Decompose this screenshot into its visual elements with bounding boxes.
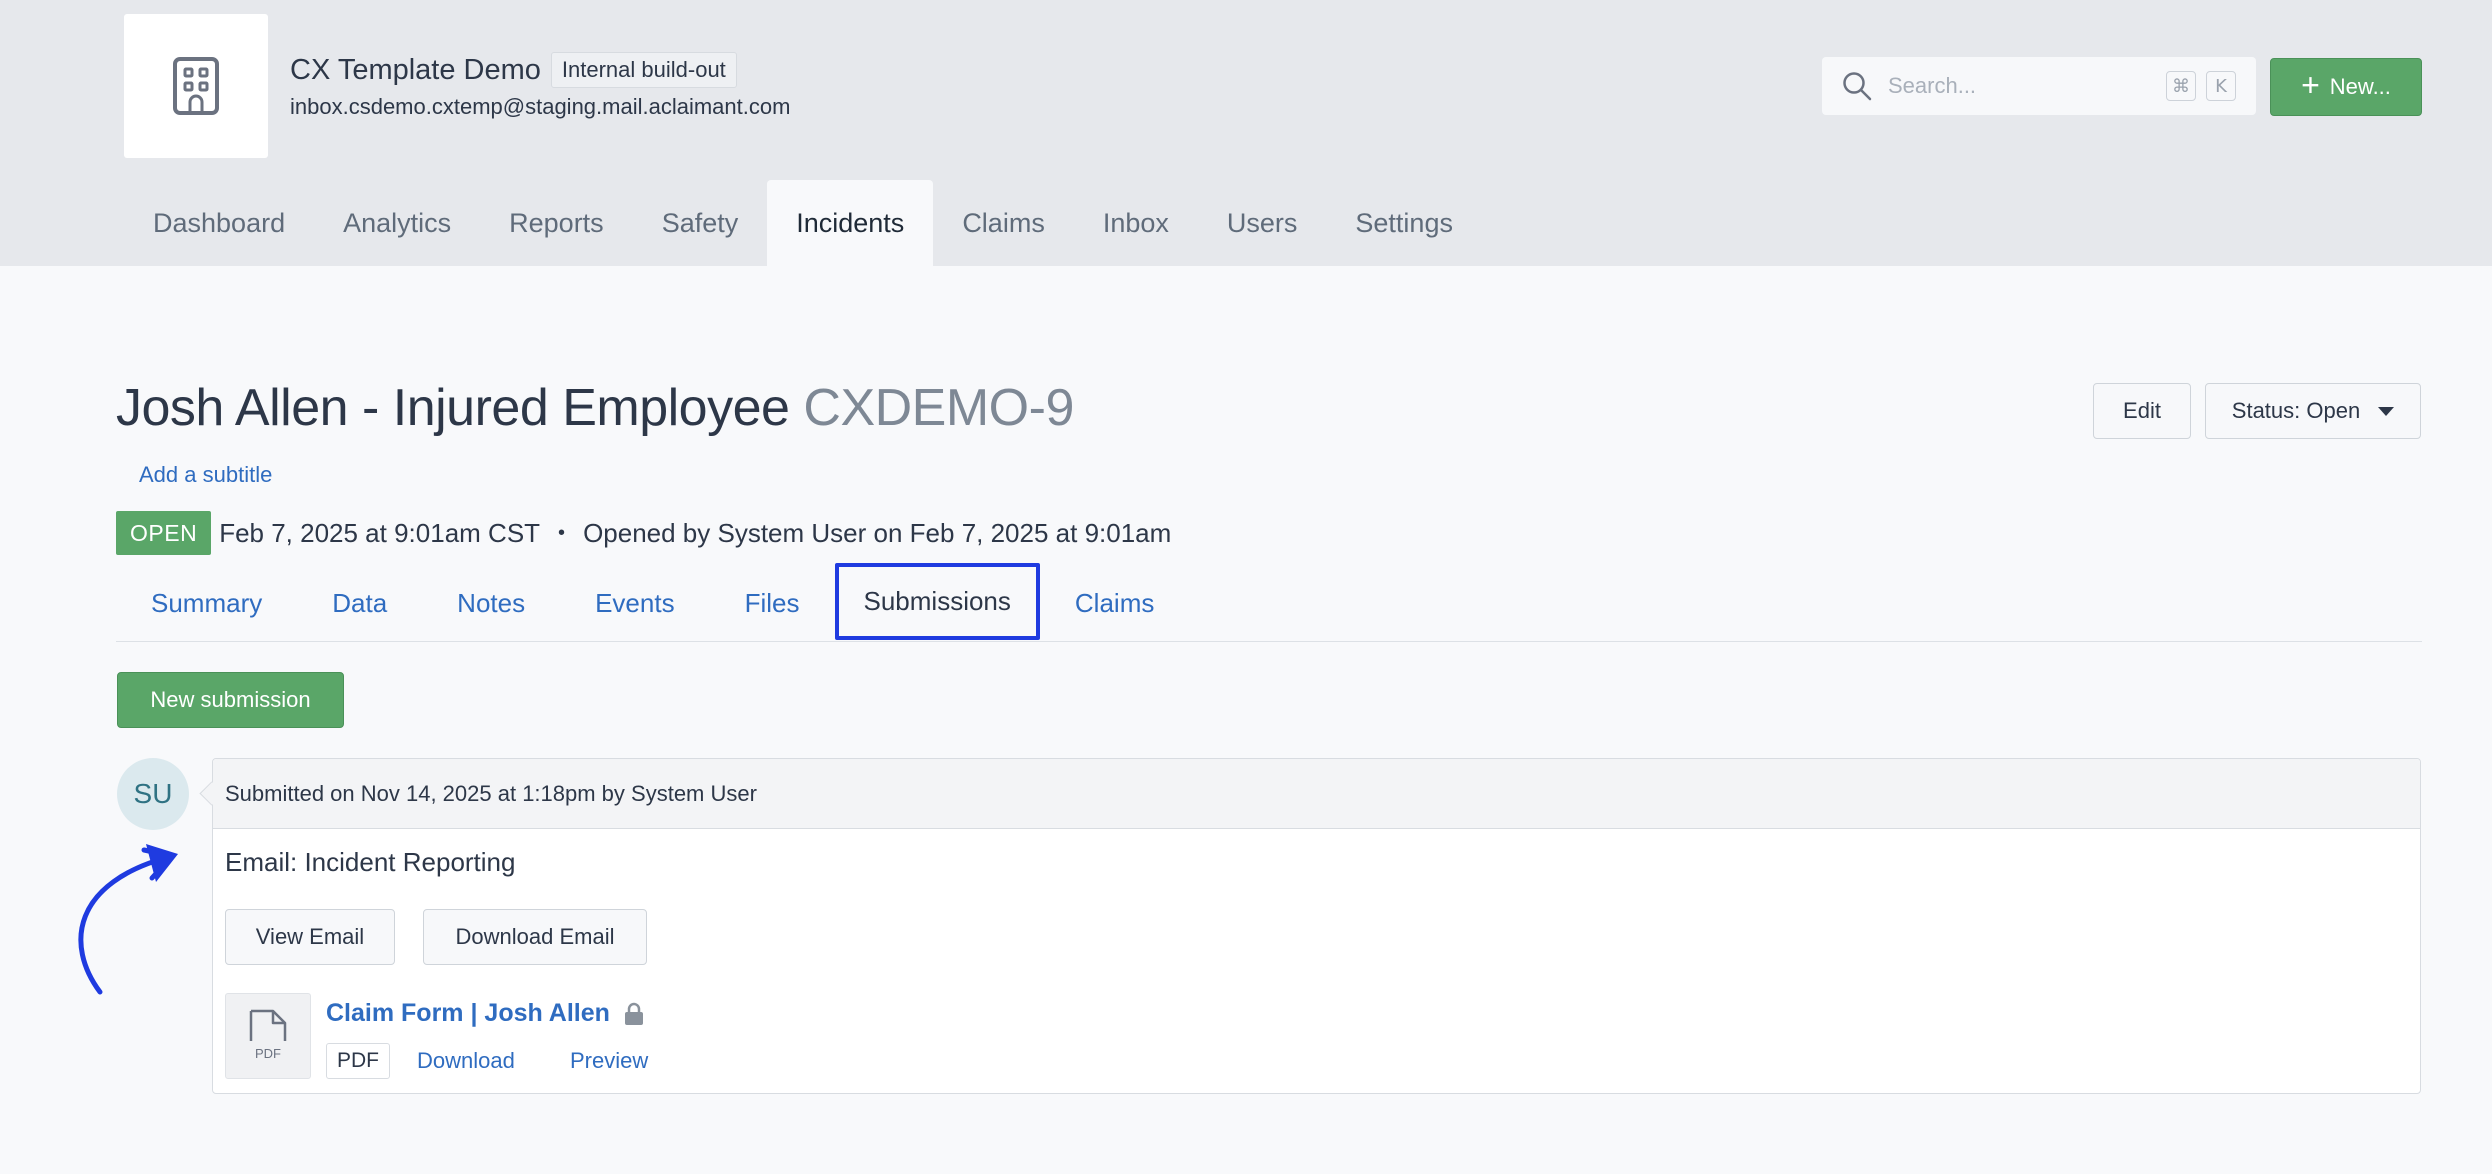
org-name: CX Template Demo bbox=[290, 53, 541, 86]
new-button-label: New... bbox=[2329, 74, 2391, 99]
status-dropdown-label: Status: Open bbox=[2231, 398, 2361, 423]
nav-item-safety[interactable]: Safety bbox=[633, 180, 768, 266]
view-email-button[interactable]: View Email bbox=[225, 909, 395, 965]
curved-arrow-icon bbox=[78, 844, 178, 995]
tab-submissions[interactable]: Submissions bbox=[834, 563, 1040, 640]
nav-item-claims[interactable]: Claims bbox=[933, 180, 1074, 266]
shortcut-key-k: K bbox=[2206, 71, 2236, 101]
download-email-button[interactable]: Download Email bbox=[423, 909, 647, 965]
search-icon bbox=[1843, 72, 1872, 101]
building-icon bbox=[173, 57, 219, 115]
tab-data[interactable]: Data bbox=[297, 566, 422, 641]
org-badge: Internal build-out bbox=[550, 52, 737, 88]
nav-item-incidents[interactable]: Incidents bbox=[767, 180, 934, 266]
opened-by-text: Opened by System User on Feb 7, 2025 at … bbox=[583, 517, 1172, 548]
plus-icon: + bbox=[2301, 67, 2320, 103]
nav-item-inbox[interactable]: Inbox bbox=[1074, 180, 1198, 266]
nav-item-settings[interactable]: Settings bbox=[1326, 180, 1482, 266]
add-subtitle-link[interactable]: Add a subtitle bbox=[139, 462, 272, 488]
file-preview-link[interactable]: Preview bbox=[570, 1048, 648, 1074]
page-title: Josh Allen - Injured Employee CXDEMO-9 bbox=[116, 378, 1074, 438]
search-placeholder: Search... bbox=[1888, 73, 1977, 98]
incident-tabs: Summary Data Notes Events Files Submissi… bbox=[116, 563, 2422, 642]
email-subject: Email: Incident Reporting bbox=[225, 847, 516, 877]
incident-meta: OPEN Feb 7, 2025 at 9:01am CST • Opened … bbox=[116, 511, 1171, 555]
status-dropdown[interactable]: Status: Open bbox=[2205, 383, 2421, 439]
file-name: Claim Form | Josh Allen bbox=[326, 999, 610, 1027]
incident-title: Josh Allen - Injured Employee bbox=[116, 379, 790, 437]
file-download-link[interactable]: Download bbox=[417, 1048, 515, 1074]
nav-item-reports[interactable]: Reports bbox=[480, 180, 633, 266]
tab-files[interactable]: Files bbox=[710, 566, 835, 641]
nav-item-users[interactable]: Users bbox=[1198, 180, 1327, 266]
main-nav: Dashboard Analytics Reports Safety Incid… bbox=[124, 180, 1482, 266]
org-title-row: CX Template Demo Internal build-out bbox=[290, 52, 737, 88]
tab-claims[interactable]: Claims bbox=[1040, 566, 1189, 641]
incident-date: Feb 7, 2025 at 9:01am CST bbox=[219, 517, 541, 548]
meta-separator: • bbox=[558, 521, 566, 544]
shortcut-key-cmd: ⌘ bbox=[2166, 71, 2196, 101]
app-header: CX Template Demo Internal build-out inbo… bbox=[0, 0, 2492, 266]
status-badge: OPEN bbox=[116, 511, 212, 555]
submission-header: Submitted on Nov 14, 2025 at 1:18pm by S… bbox=[213, 759, 2420, 829]
edit-button[interactable]: Edit bbox=[2093, 383, 2191, 439]
new-button[interactable]: + New... bbox=[2270, 58, 2422, 116]
file-type-badge: PDF bbox=[326, 1043, 390, 1079]
file-glyph: PDF bbox=[249, 1009, 287, 1061]
tab-events[interactable]: Events bbox=[560, 566, 710, 641]
file-name-link[interactable]: Claim Form | Josh Allen bbox=[326, 999, 644, 1028]
incident-code: CXDEMO-9 bbox=[803, 379, 1074, 437]
submission-card: Submitted on Nov 14, 2025 at 1:18pm by S… bbox=[212, 758, 2421, 1094]
tab-notes[interactable]: Notes bbox=[422, 566, 560, 641]
tab-summary[interactable]: Summary bbox=[116, 566, 297, 641]
caret-down-icon bbox=[2378, 406, 2395, 416]
nav-item-analytics[interactable]: Analytics bbox=[314, 180, 480, 266]
org-email: inbox.csdemo.cxtemp@staging.mail.aclaima… bbox=[290, 94, 791, 119]
svg-text:PDF: PDF bbox=[255, 1046, 281, 1061]
avatar: SU bbox=[117, 758, 189, 830]
lock-icon bbox=[624, 1002, 643, 1025]
search-input[interactable]: Search... ⌘ K bbox=[1822, 57, 2256, 115]
new-submission-button[interactable]: New submission bbox=[117, 672, 344, 728]
org-logo[interactable] bbox=[124, 14, 268, 158]
nav-item-dashboard[interactable]: Dashboard bbox=[124, 180, 314, 266]
pdf-file-icon[interactable]: PDF bbox=[225, 993, 311, 1079]
